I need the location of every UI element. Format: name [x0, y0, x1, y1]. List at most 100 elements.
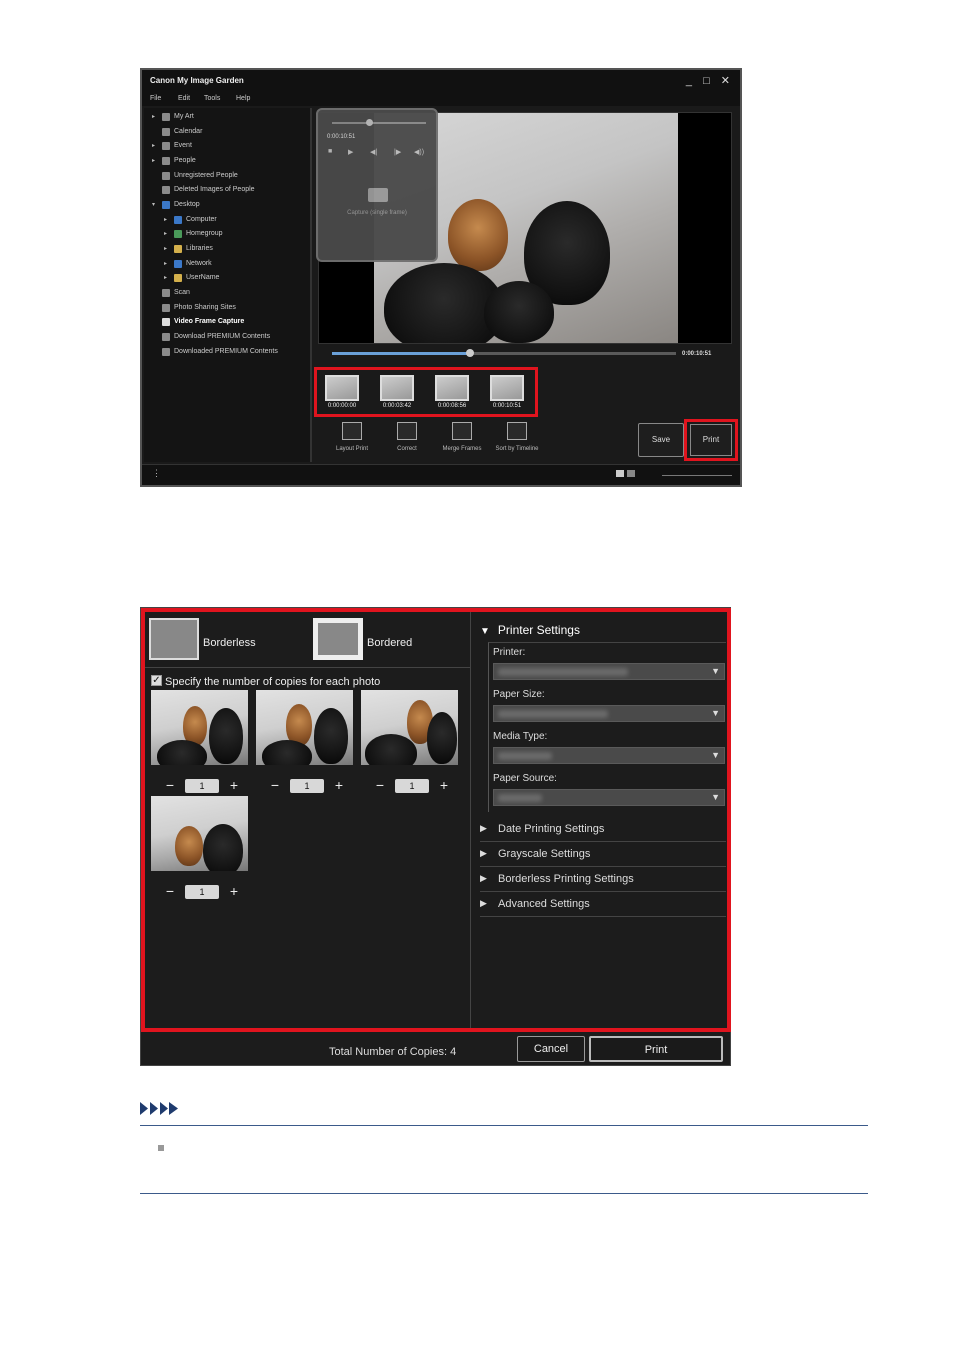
highlight-frame [141, 608, 731, 1032]
frame-thumbnail[interactable] [380, 375, 414, 401]
print-button[interactable]: Print [690, 424, 732, 456]
playback-panel: 0:00:10:51 ■ ▶ ◀| |▶ ◀)) Capture (single… [316, 108, 438, 262]
save-button[interactable]: Save [638, 423, 684, 457]
sidebar-item-label: My Art [174, 113, 194, 120]
frame-timestamp: 0:00:10:51 [492, 403, 522, 409]
sidebar-item-label: Computer [186, 216, 217, 223]
sidebar-item-label: Unregistered People [174, 172, 238, 179]
user-folder-icon [174, 274, 182, 282]
expand-arrow-icon[interactable]: ▸ [164, 230, 167, 237]
dog-image [448, 199, 508, 271]
timeline-progress [332, 352, 470, 355]
next-frame-icon[interactable]: |▶ [394, 148, 401, 156]
merge-frames-icon [452, 422, 472, 440]
capture-camera-icon[interactable] [368, 188, 388, 202]
tool-label: Merge Frames [442, 446, 482, 452]
merge-frames-button[interactable]: Merge Frames [432, 422, 492, 453]
view-mode-icon[interactable] [616, 470, 624, 477]
sidebar-item-label: Homegroup [186, 230, 223, 237]
menu-file[interactable]: File [150, 95, 161, 102]
video-timeline[interactable] [332, 349, 676, 357]
expand-arrow-icon[interactable]: ▸ [152, 157, 155, 164]
menu-edit[interactable]: Edit [178, 95, 190, 102]
frame-thumbnail[interactable] [435, 375, 469, 401]
print-settings-dialog: Borderless Bordered ✓ Specify the number… [140, 607, 731, 1066]
sidebar-item-label: Libraries [186, 245, 213, 252]
sidebar-item-label: Event [174, 142, 192, 149]
expand-arrow-icon[interactable]: ▸ [152, 113, 155, 120]
video-frame-icon [162, 318, 170, 326]
print-button-highlight: Print [684, 419, 738, 461]
view-mode-icon[interactable] [627, 470, 635, 477]
person-icon [162, 157, 170, 165]
tool-label: Correct [397, 446, 417, 452]
sidebar: ▸ My Art Calendar ▸ Event ▸ People Unregist… [144, 108, 312, 462]
capture-label: Capture (single frame) [347, 210, 407, 216]
expand-arrow-icon[interactable]: ▸ [164, 245, 167, 252]
playback-time: 0:00:10:51 [327, 134, 356, 140]
volume-icon[interactable]: ◀)) [414, 148, 424, 156]
timeline-knob[interactable] [465, 349, 474, 357]
expand-arrow-icon[interactable]: ▸ [164, 216, 167, 223]
play-icon[interactable]: ▶ [348, 148, 353, 156]
computer-icon [174, 216, 182, 224]
note-icon [140, 1102, 178, 1115]
folder-icon [162, 348, 170, 356]
libraries-icon [174, 245, 182, 253]
collapse-arrow-icon[interactable]: ▾ [152, 201, 155, 208]
sidebar-item-label: Video Frame Capture [174, 318, 245, 325]
cancel-button[interactable]: Cancel [517, 1036, 585, 1062]
frame-thumbnail[interactable] [325, 375, 359, 401]
main-window: Canon My Image Garden _ □ ✕ File Edit To… [140, 68, 742, 487]
expand-arrow-icon[interactable]: ▸ [164, 274, 167, 281]
print-button[interactable]: Print [589, 1036, 723, 1062]
captured-frames: 0:00:00:00 0:00:03:42 0:00:08:56 0:00:10… [314, 367, 538, 417]
sidebar-item-label: Network [186, 260, 212, 267]
frame-timestamp: 0:00:08:56 [437, 403, 467, 409]
homegroup-icon [174, 230, 182, 238]
sidebar-item-label: Desktop [174, 201, 200, 208]
total-copies-value: 4 [450, 1046, 457, 1058]
person-outline-icon [162, 186, 170, 194]
layout-print-button[interactable]: Layout Print [322, 422, 382, 453]
previous-frame-icon[interactable]: ◀| [370, 148, 377, 156]
tool-label: Sort by Timeline [495, 446, 539, 452]
my-art-icon [162, 113, 170, 121]
frame-timestamp: 0:00:03:42 [382, 403, 412, 409]
window-controls[interactable]: _ □ ✕ [686, 74, 734, 87]
sort-by-timeline-button[interactable]: Sort by Timeline [487, 422, 547, 453]
photo-sharing-icon [162, 304, 170, 312]
sidebar-item-label: Download PREMIUM Contents [174, 333, 271, 340]
stop-icon[interactable]: ■ [328, 148, 332, 155]
sidebar-item-label: Calendar [174, 128, 203, 135]
scan-icon [162, 289, 170, 297]
note-divider-bottom [140, 1193, 868, 1194]
status-menu-icon[interactable]: ⋮ [152, 468, 161, 479]
menu-help[interactable]: Help [236, 95, 250, 102]
frame-thumbnail[interactable] [490, 375, 524, 401]
tool-label: Layout Print [335, 446, 369, 452]
note-bullet-icon [158, 1145, 164, 1151]
expand-arrow-icon[interactable]: ▸ [164, 260, 167, 267]
playback-slider[interactable] [332, 122, 426, 124]
window-title: Canon My Image Garden [142, 70, 740, 92]
sidebar-item-label: Photo Sharing Sites [174, 304, 236, 311]
zoom-slider[interactable] [662, 475, 732, 476]
total-copies-label: Total Number of Copies: [329, 1046, 447, 1058]
sidebar-item-label: UserName [186, 274, 220, 281]
sidebar-item-label: People [174, 157, 196, 164]
sidebar-item-label: Deleted Images of People [174, 186, 255, 193]
correct-button[interactable]: Correct [377, 422, 437, 453]
network-icon [174, 260, 182, 268]
menu-bar: File Edit Tools Help [142, 92, 740, 106]
playback-slider-knob[interactable] [366, 119, 373, 126]
status-bar: ⋮ [142, 464, 740, 485]
expand-arrow-icon[interactable]: ▸ [152, 142, 155, 149]
correct-icon [397, 422, 417, 440]
sidebar-item-label: Downloaded PREMIUM Contents [174, 348, 278, 355]
download-icon [162, 333, 170, 341]
total-copies: Total Number of Copies: 4 [329, 1046, 456, 1058]
menu-tools[interactable]: Tools [204, 95, 220, 102]
dialog-footer: Total Number of Copies: 4 Cancel Print [141, 1032, 730, 1065]
layout-print-icon [342, 422, 362, 440]
